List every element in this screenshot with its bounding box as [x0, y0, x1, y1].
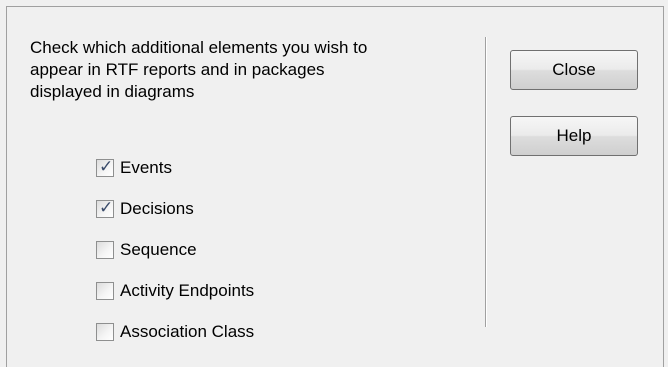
element-options-list: ✓ Events ✓ Decisions Sequence Activity E…	[96, 147, 254, 352]
option-activity-endpoints[interactable]: Activity Endpoints	[96, 270, 254, 311]
help-button[interactable]: Help	[510, 116, 638, 156]
decisions-checkbox[interactable]: ✓	[96, 197, 114, 218]
option-events[interactable]: ✓ Events	[96, 147, 254, 188]
option-decisions[interactable]: ✓ Decisions	[96, 188, 254, 229]
instruction-text: Check which additional elements you wish…	[30, 38, 368, 101]
option-association-class[interactable]: Association Class	[96, 311, 254, 352]
events-checkbox[interactable]: ✓	[96, 156, 114, 177]
sequence-label[interactable]: Sequence	[120, 240, 197, 260]
options-dialog: Check which additional elements you wish…	[0, 0, 668, 367]
option-sequence[interactable]: Sequence	[96, 229, 254, 270]
association-class-checkbox[interactable]	[96, 322, 114, 341]
association-class-label[interactable]: Association Class	[120, 322, 254, 342]
events-label[interactable]: Events	[120, 158, 172, 178]
vertical-divider	[485, 37, 486, 327]
sequence-checkbox[interactable]	[96, 240, 114, 259]
check-mark-icon: ✓	[99, 156, 114, 177]
activity-endpoints-checkbox[interactable]	[96, 281, 114, 300]
activity-endpoints-label[interactable]: Activity Endpoints	[120, 281, 254, 301]
decisions-label[interactable]: Decisions	[120, 199, 194, 219]
close-button[interactable]: Close	[510, 50, 638, 90]
check-mark-icon: ✓	[99, 197, 114, 218]
